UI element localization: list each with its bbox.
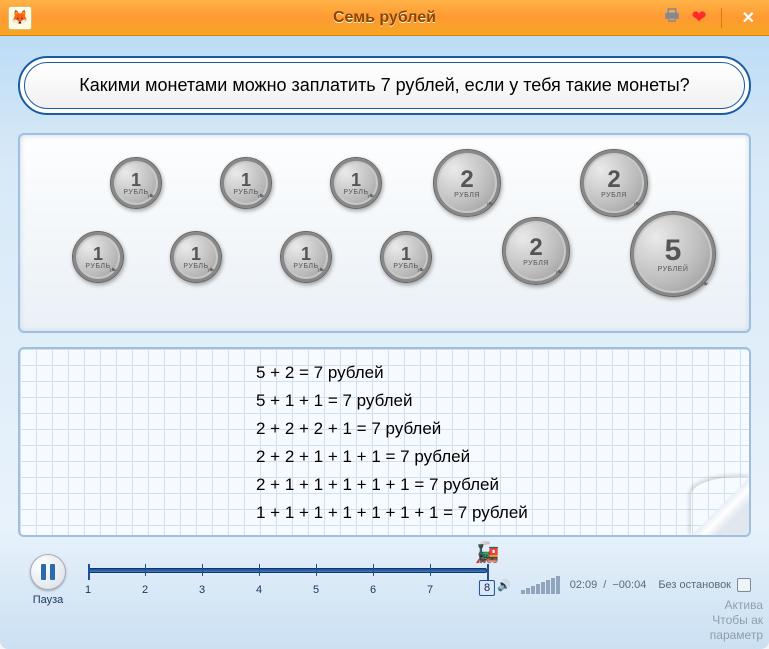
- speaker-icon[interactable]: 🔊: [497, 579, 511, 592]
- timeline-tick[interactable]: [259, 564, 260, 576]
- coin-ornament-icon: ❧: [484, 198, 495, 211]
- coin-value: 2: [607, 168, 620, 192]
- coin-1-ruble[interactable]: 1РУБЛЬ❧: [72, 231, 124, 283]
- timeline-tick-label: 7: [427, 584, 433, 596]
- coin-ornament-icon: ❧: [145, 190, 156, 203]
- coin-2-ruble[interactable]: 2РУБЛЯ ❧: [580, 149, 648, 217]
- time-elapsed: 02:09: [570, 579, 598, 591]
- coin-5-ruble[interactable]: 5РУБЛЕЙ ❧: [630, 211, 716, 297]
- time-sep: /: [603, 579, 606, 591]
- coin-ornament-icon: ❧: [415, 264, 426, 277]
- answer-line: 5 + 1 + 1 = 7 рублей: [256, 387, 528, 415]
- titlebar-divider: [721, 8, 722, 28]
- timeline-tick[interactable]: [430, 564, 431, 576]
- coin-unit: РУБЛЯ: [601, 192, 627, 199]
- timeline-tick-label: 6: [370, 584, 376, 596]
- timeline-tick[interactable]: [202, 564, 203, 576]
- coin-ornament-icon: ❧: [107, 264, 118, 277]
- answer-line: 2 + 1 + 1 + 1 + 1 + 1 = 7 рублей: [256, 471, 528, 499]
- answer-line: 2 + 2 + 1 + 1 + 1 = 7 рублей: [256, 443, 528, 471]
- coin-value: 2: [460, 168, 473, 192]
- coin-ornament-icon: ❧: [699, 278, 710, 291]
- title-bar: 🦊 Семь рублей ❤ ✕: [0, 0, 769, 36]
- coin-ornament-icon: ❧: [365, 190, 376, 203]
- loop-checkbox[interactable]: [737, 578, 751, 592]
- coin-1-ruble[interactable]: 1РУБЛЬ❧: [280, 231, 332, 283]
- close-icon[interactable]: ✕: [736, 8, 761, 28]
- coin-value: 1: [93, 245, 103, 263]
- question-frame: Какими монетами можно заплатить 7 рублей…: [18, 56, 751, 115]
- pause-icon: [30, 554, 66, 590]
- coin-unit: РУБЛЯ: [454, 192, 480, 199]
- coin-2-ruble[interactable]: 2РУБЛЯ ❧: [433, 149, 501, 217]
- coin-ornament-icon: ❧: [255, 190, 266, 203]
- time-remaining: −00:04: [612, 579, 646, 591]
- coin-ornament-icon: ❧: [205, 264, 216, 277]
- answer-line: 2 + 2 + 2 + 1 = 7 рублей: [256, 415, 528, 443]
- page-curl-icon: [691, 477, 751, 537]
- loop-label: Без остановок: [658, 579, 731, 591]
- coin-1-ruble[interactable]: 1РУБЛЬ❧: [220, 157, 272, 209]
- timeline-tick-label: 5: [313, 584, 319, 596]
- coin-value: 2: [529, 236, 542, 260]
- app-body: Какими монетами можно заплатить 7 рублей…: [0, 36, 769, 649]
- progress-timeline[interactable]: 12345678 🚂: [88, 562, 487, 612]
- print-icon[interactable]: [662, 6, 682, 29]
- answer-line: 5 + 2 = 7 рублей: [256, 359, 528, 387]
- coin-1-ruble[interactable]: 1РУБЛЬ❧: [110, 157, 162, 209]
- timeline-tick-label: 4: [256, 584, 262, 596]
- coin-unit: РУБЛЯ: [523, 260, 549, 267]
- question-text: Какими монетами можно заплатить 7 рублей…: [24, 62, 745, 109]
- answer-line: 1 + 1 + 1 + 1 + 1 + 1 + 1 = 7 рублей: [256, 499, 528, 527]
- timeline-tick[interactable]: [373, 564, 374, 576]
- timeline-tick-current-label: 8: [479, 580, 495, 596]
- coin-value: 1: [131, 171, 141, 189]
- coin-unit: РУБЛЕЙ: [658, 266, 689, 273]
- pause-label: Пауза: [33, 594, 64, 606]
- train-icon: 🚂: [475, 540, 500, 565]
- volume-bars-icon[interactable]: [521, 576, 560, 594]
- answers-list: 5 + 2 = 7 рублей5 + 1 + 1 = 7 рублей2 + …: [256, 359, 528, 527]
- coin-2-ruble[interactable]: 2РУБЛЯ ❧: [502, 217, 570, 285]
- timeline-tick[interactable]: [487, 564, 489, 580]
- coin-1-ruble[interactable]: 1РУБЛЬ❧: [170, 231, 222, 283]
- answers-panel: 5 + 2 = 7 рублей5 + 1 + 1 = 7 рублей2 + …: [18, 347, 751, 537]
- timeline-tick-label: 1: [85, 584, 91, 596]
- coin-value: 1: [301, 245, 311, 263]
- coin-value: 1: [351, 171, 361, 189]
- coin-ornament-icon: ❧: [553, 266, 564, 279]
- coin-value: 1: [241, 171, 251, 189]
- coin-ornament-icon: ❧: [315, 264, 326, 277]
- timeline-tick[interactable]: [88, 564, 90, 580]
- coin-1-ruble[interactable]: 1РУБЛЬ❧: [330, 157, 382, 209]
- timeline-tick-label: 3: [199, 584, 205, 596]
- pause-button[interactable]: Пауза: [18, 554, 78, 606]
- coin-ornament-icon: ❧: [631, 198, 642, 211]
- coin-value: 1: [401, 245, 411, 263]
- window-title: Семь рублей: [333, 9, 436, 27]
- coin-value: 1: [191, 245, 201, 263]
- controls-bar: Пауза 12345678 🚂 🔊 02:09 / −00:04 Без ос…: [18, 545, 751, 615]
- timeline-tick-label: 2: [142, 584, 148, 596]
- timeline-tick[interactable]: [316, 564, 317, 576]
- coin-1-ruble[interactable]: 1РУБЛЬ❧: [380, 231, 432, 283]
- timeline-tick[interactable]: [145, 564, 146, 576]
- coin-value: 5: [665, 236, 682, 266]
- heart-icon[interactable]: ❤: [692, 7, 707, 28]
- timeline-ticks: 12345678: [88, 562, 487, 602]
- playback-meta: 🔊 02:09 / −00:04 Без остановок: [497, 576, 751, 594]
- app-logo-icon: 🦊: [8, 6, 32, 30]
- coins-panel: 1РУБЛЬ❧1РУБЛЬ❧1РУБЛЬ❧2РУБЛЯ❧2РУБЛЯ❧1РУБЛ…: [18, 133, 751, 333]
